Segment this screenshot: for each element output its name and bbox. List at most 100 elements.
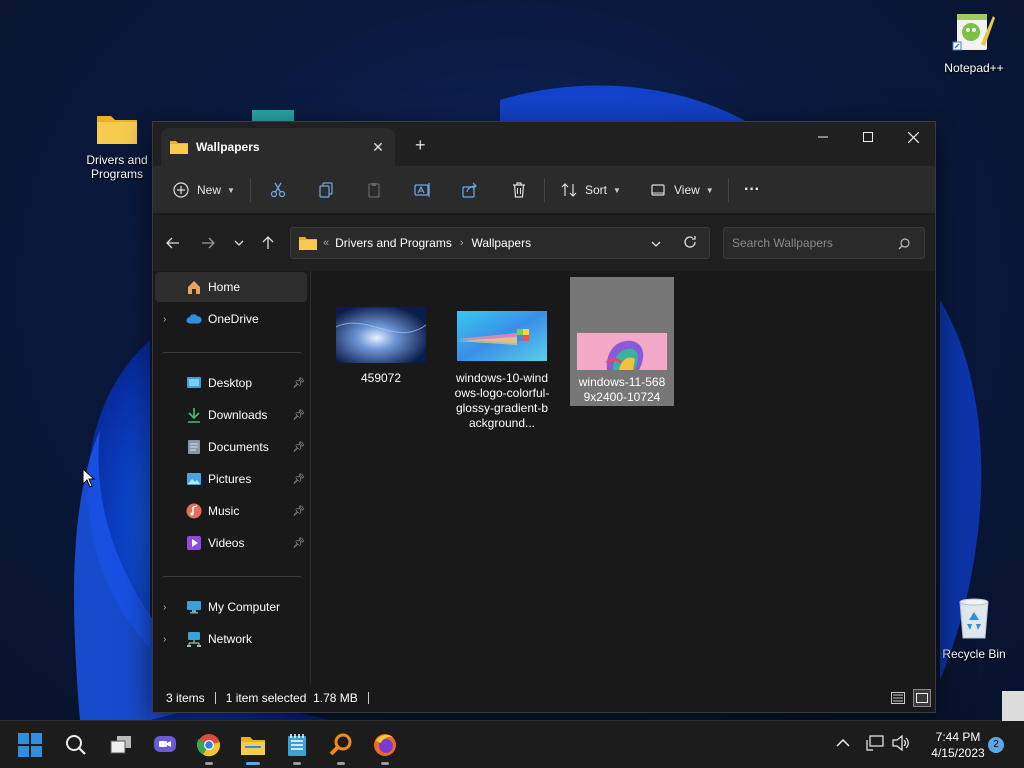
chevron-down-icon: ▼ bbox=[227, 185, 235, 195]
up-button[interactable] bbox=[256, 233, 280, 253]
breadcrumb-drivers-and-programs[interactable]: Drivers and Programs bbox=[335, 236, 452, 250]
nav-item-desktop[interactable]: Desktop 📌︎ bbox=[155, 368, 307, 398]
clock-time: 7:44 PM bbox=[935, 730, 981, 744]
nav-item-pictures[interactable]: Pictures 📌︎ bbox=[155, 464, 307, 494]
status-bar: 3 items 1 item selected 1.78 MB bbox=[153, 684, 935, 712]
new-tab-button[interactable]: + bbox=[415, 135, 426, 156]
windows-logo-icon bbox=[18, 733, 42, 757]
image-thumbnail bbox=[457, 311, 547, 361]
item-count: 3 items bbox=[166, 691, 205, 705]
home-icon bbox=[186, 279, 202, 295]
chevron-down-icon: ▼ bbox=[613, 185, 621, 195]
start-button[interactable] bbox=[16, 731, 44, 759]
notification-badge[interactable]: 2 bbox=[988, 737, 1004, 753]
toolbar-separator bbox=[728, 178, 729, 202]
search-input[interactable] bbox=[732, 236, 892, 250]
sort-button-label: Sort bbox=[585, 183, 608, 197]
desktop-icon-notepad-plus-plus[interactable]: Notepad++ bbox=[934, 10, 1014, 75]
details-view-icon bbox=[891, 692, 905, 704]
nav-item-documents[interactable]: Documents 📌︎ bbox=[155, 432, 307, 462]
toolbar-separator bbox=[544, 178, 545, 202]
nav-item-home[interactable]: Home bbox=[155, 272, 307, 302]
nav-item-my-computer[interactable]: › My Computer bbox=[155, 592, 307, 622]
delete-button[interactable] bbox=[511, 176, 527, 204]
nav-item-downloads[interactable]: Downloads 📌︎ bbox=[155, 400, 307, 430]
nav-label: My Computer bbox=[208, 600, 281, 614]
pin-icon: 📌︎ bbox=[292, 473, 305, 485]
desktop-icon-drivers-and-programs[interactable]: Drivers and Programs bbox=[77, 110, 157, 181]
tab-wallpapers[interactable]: Wallpapers ✕ bbox=[161, 128, 395, 166]
nav-separator bbox=[163, 576, 301, 577]
music-icon bbox=[186, 503, 202, 519]
notepad-taskbar-button[interactable] bbox=[283, 731, 311, 765]
address-dropdown-button[interactable] bbox=[651, 237, 661, 251]
taskbar-search-button[interactable] bbox=[62, 731, 90, 759]
nav-label: Pictures bbox=[208, 472, 252, 486]
back-button[interactable] bbox=[161, 233, 185, 253]
recent-locations-button[interactable] bbox=[227, 233, 251, 253]
recycle-bin-icon bbox=[959, 598, 989, 639]
chat-button[interactable] bbox=[151, 731, 179, 759]
navigation-pane: Home › OneDrive Desktop 📌︎ Downloads 📌︎ bbox=[153, 271, 311, 684]
file-item[interactable]: 459072 bbox=[329, 307, 433, 386]
share-button[interactable] bbox=[462, 176, 478, 204]
show-desktop-button[interactable] bbox=[1002, 691, 1024, 721]
see-more-button[interactable]: ··· bbox=[744, 176, 760, 204]
desktop-icon-recycle-bin[interactable]: Recycle Bin bbox=[934, 596, 1014, 661]
tab-title: Wallpapers bbox=[196, 140, 260, 154]
file-item-selected-tile[interactable]: windows-11-5689x2400-10724 bbox=[570, 277, 674, 406]
file-item[interactable]: windows-10-windows-logo-colorful-glossy-… bbox=[450, 311, 554, 431]
maximize-button[interactable] bbox=[845, 122, 891, 152]
view-button[interactable]: View ▼ bbox=[650, 176, 714, 204]
selection-info: 1 item selected 1.78 MB bbox=[225, 691, 358, 705]
details-view-button[interactable] bbox=[890, 690, 906, 706]
volume-button[interactable] bbox=[892, 734, 910, 754]
task-view-button[interactable] bbox=[107, 731, 135, 759]
minimize-button[interactable] bbox=[800, 122, 846, 152]
show-hidden-icons-button[interactable] bbox=[836, 735, 850, 751]
magnifier-app-icon bbox=[329, 733, 352, 756]
close-window-button[interactable] bbox=[890, 122, 936, 152]
chrome-button[interactable] bbox=[195, 731, 223, 765]
tiles-view-button[interactable] bbox=[913, 689, 931, 707]
paste-button[interactable] bbox=[366, 176, 382, 204]
chevron-down-icon bbox=[651, 241, 661, 247]
running-indicator bbox=[205, 762, 213, 765]
network-status-button[interactable] bbox=[866, 735, 884, 754]
cut-button[interactable] bbox=[270, 176, 286, 204]
navigation-bar: « Drivers and Programs › Wallpapers bbox=[153, 215, 935, 271]
breadcrumb-wallpapers[interactable]: Wallpapers bbox=[472, 236, 532, 250]
firefox-button[interactable] bbox=[371, 731, 399, 765]
status-separator bbox=[214, 692, 216, 704]
plus-circle-icon bbox=[173, 182, 189, 198]
search-everything-taskbar-button[interactable] bbox=[327, 731, 355, 765]
new-button[interactable]: New ▼ bbox=[173, 176, 235, 204]
nav-item-onedrive[interactable]: › OneDrive bbox=[155, 304, 307, 334]
notepad-icon bbox=[288, 734, 306, 756]
nav-item-network[interactable]: › Network bbox=[155, 624, 307, 654]
copy-button[interactable] bbox=[318, 176, 334, 204]
running-indicator bbox=[293, 762, 301, 765]
clock[interactable]: 7:44 PM 4/15/2023 bbox=[918, 729, 998, 761]
folder-icon bbox=[97, 116, 137, 144]
more-options-icon: ··· bbox=[744, 181, 760, 198]
nav-label: OneDrive bbox=[208, 312, 259, 326]
sort-button[interactable]: Sort ▼ bbox=[561, 176, 621, 204]
rename-icon bbox=[414, 183, 430, 197]
breadcrumb-overflow[interactable]: « bbox=[323, 237, 329, 249]
rename-button[interactable] bbox=[414, 176, 432, 204]
pin-icon: 📌︎ bbox=[292, 505, 305, 517]
refresh-button[interactable] bbox=[683, 235, 697, 252]
close-tab-button[interactable]: ✕ bbox=[367, 136, 389, 158]
pictures-icon bbox=[186, 471, 202, 487]
file-explorer-taskbar-button[interactable] bbox=[239, 731, 267, 765]
running-indicator bbox=[381, 762, 389, 765]
forward-button[interactable] bbox=[196, 233, 220, 253]
address-bar[interactable]: « Drivers and Programs › Wallpapers bbox=[290, 227, 710, 259]
chevron-right-icon: › bbox=[163, 313, 167, 325]
nav-item-videos[interactable]: Videos 📌︎ bbox=[155, 528, 307, 558]
nav-item-music[interactable]: Music 📌︎ bbox=[155, 496, 307, 526]
search-box[interactable] bbox=[723, 227, 925, 259]
arrow-left-icon bbox=[166, 237, 179, 249]
taskbar: 7:44 PM 4/15/2023 2 bbox=[0, 691, 1024, 768]
